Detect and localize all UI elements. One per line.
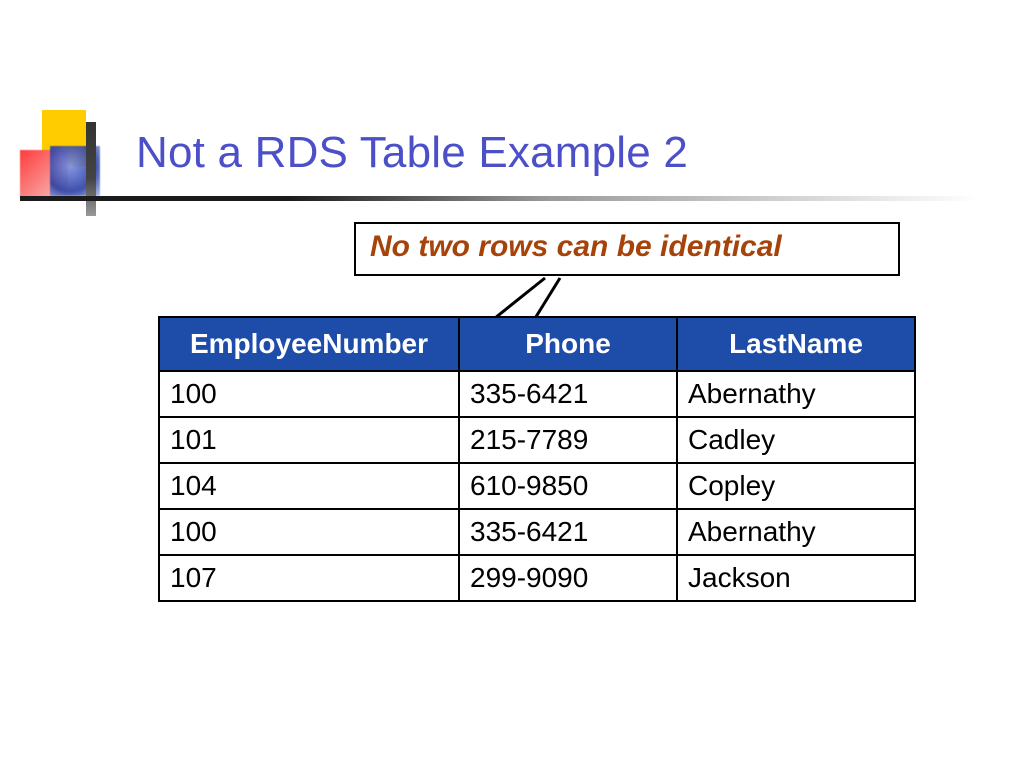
col-header-employee-number: EmployeeNumber bbox=[159, 317, 459, 371]
cell-lastname: Abernathy bbox=[677, 509, 915, 555]
table-row: 101 215-7789 Cadley bbox=[159, 417, 915, 463]
table-row: 104 610-9850 Copley bbox=[159, 463, 915, 509]
cell-employee-number: 107 bbox=[159, 555, 459, 601]
col-header-phone: Phone bbox=[459, 317, 677, 371]
table-row: 100 335-6421 Abernathy bbox=[159, 509, 915, 555]
table-row: 100 335-6421 Abernathy bbox=[159, 371, 915, 417]
cell-phone: 299-9090 bbox=[459, 555, 677, 601]
cell-lastname: Jackson bbox=[677, 555, 915, 601]
cell-employee-number: 100 bbox=[159, 371, 459, 417]
cell-employee-number: 104 bbox=[159, 463, 459, 509]
cell-phone: 335-6421 bbox=[459, 371, 677, 417]
cell-lastname: Abernathy bbox=[677, 371, 915, 417]
cell-phone: 215-7789 bbox=[459, 417, 677, 463]
table-header-row: EmployeeNumber Phone LastName bbox=[159, 317, 915, 371]
table-row: 107 299-9090 Jackson bbox=[159, 555, 915, 601]
cell-lastname: Copley bbox=[677, 463, 915, 509]
cell-lastname: Cadley bbox=[677, 417, 915, 463]
cell-phone: 335-6421 bbox=[459, 509, 677, 555]
cell-employee-number: 100 bbox=[159, 509, 459, 555]
cell-employee-number: 101 bbox=[159, 417, 459, 463]
cell-phone: 610-9850 bbox=[459, 463, 677, 509]
employee-table: EmployeeNumber Phone LastName 100 335-64… bbox=[158, 316, 916, 602]
col-header-lastname: LastName bbox=[677, 317, 915, 371]
